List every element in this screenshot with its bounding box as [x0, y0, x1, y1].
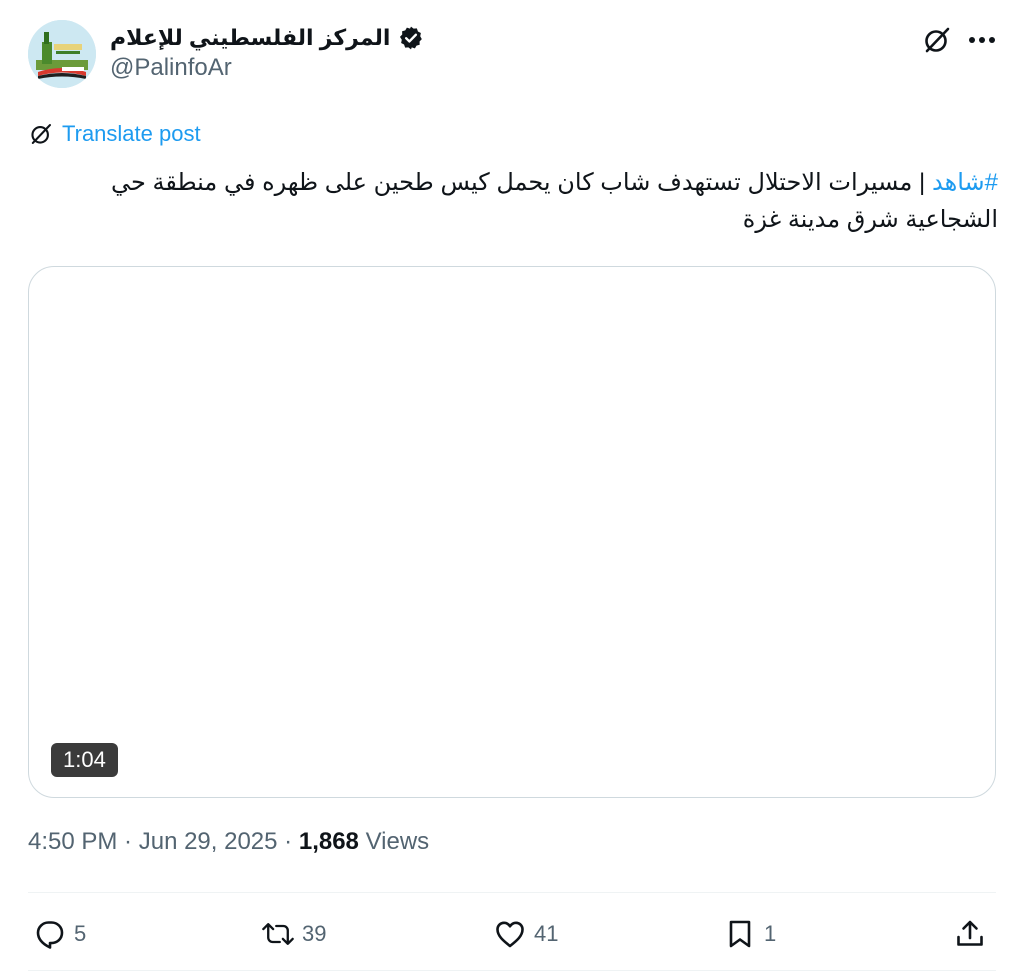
author-handle[interactable]: @PalinfoAr: [110, 54, 232, 82]
tweet-text: #شاهد | مسيرات الاحتلال تستهدف شاب كان ي…: [28, 164, 998, 238]
action-bar: 5 39 41 1: [28, 910, 996, 958]
retweet-icon: [262, 923, 294, 945]
translate-post-row[interactable]: Translate post: [28, 118, 201, 150]
avatar[interactable]: [28, 20, 96, 88]
meta-separator: ·: [117, 828, 139, 855]
author-display-name[interactable]: المركز الفلسطيني للإعلام: [110, 25, 390, 51]
divider: [28, 892, 996, 893]
tweet-body: | مسيرات الاحتلال تستهدف شاب كان يحمل كي…: [110, 169, 998, 233]
views-count: 1,868: [298, 828, 359, 855]
video-player[interactable]: 1:04: [28, 266, 996, 798]
share-button[interactable]: [954, 910, 986, 958]
grok-icon[interactable]: [921, 24, 953, 56]
translate-post-link[interactable]: Translate post: [62, 121, 201, 147]
reply-button[interactable]: 5: [34, 910, 86, 958]
bookmark-count: 1: [764, 921, 777, 946]
verified-badge-icon: [400, 26, 423, 50]
retweet-count: 39: [302, 921, 327, 946]
more-icon: [969, 37, 995, 43]
tweet-time[interactable]: 4:50 PM: [28, 828, 117, 855]
palinfo-logo-avatar-icon: [28, 20, 96, 88]
retweet-button[interactable]: 39: [262, 910, 326, 958]
grok-icon: [31, 124, 51, 144]
author-name-row[interactable]: المركز الفلسطيني للإعلام: [110, 20, 424, 56]
bookmark-icon: [729, 920, 751, 948]
reply-count: 5: [74, 921, 87, 946]
share-icon: [957, 920, 983, 946]
reply-icon: [36, 921, 64, 949]
heart-icon: [496, 921, 524, 948]
bookmark-button[interactable]: 1: [724, 910, 776, 958]
divider: [28, 970, 996, 971]
views-label: Views: [365, 828, 430, 855]
meta-separator: ·: [277, 828, 299, 855]
tweet-meta: 4:50 PM · Jun 29, 2025 · 1,868 Views: [28, 828, 429, 856]
more-button[interactable]: [964, 24, 1000, 56]
like-button[interactable]: 41: [494, 910, 558, 958]
video-duration-badge: 1:04: [51, 743, 118, 777]
like-count: 41: [534, 921, 559, 946]
hashtag-link[interactable]: #شاهد: [932, 169, 998, 196]
tweet-date[interactable]: Jun 29, 2025: [139, 828, 278, 855]
